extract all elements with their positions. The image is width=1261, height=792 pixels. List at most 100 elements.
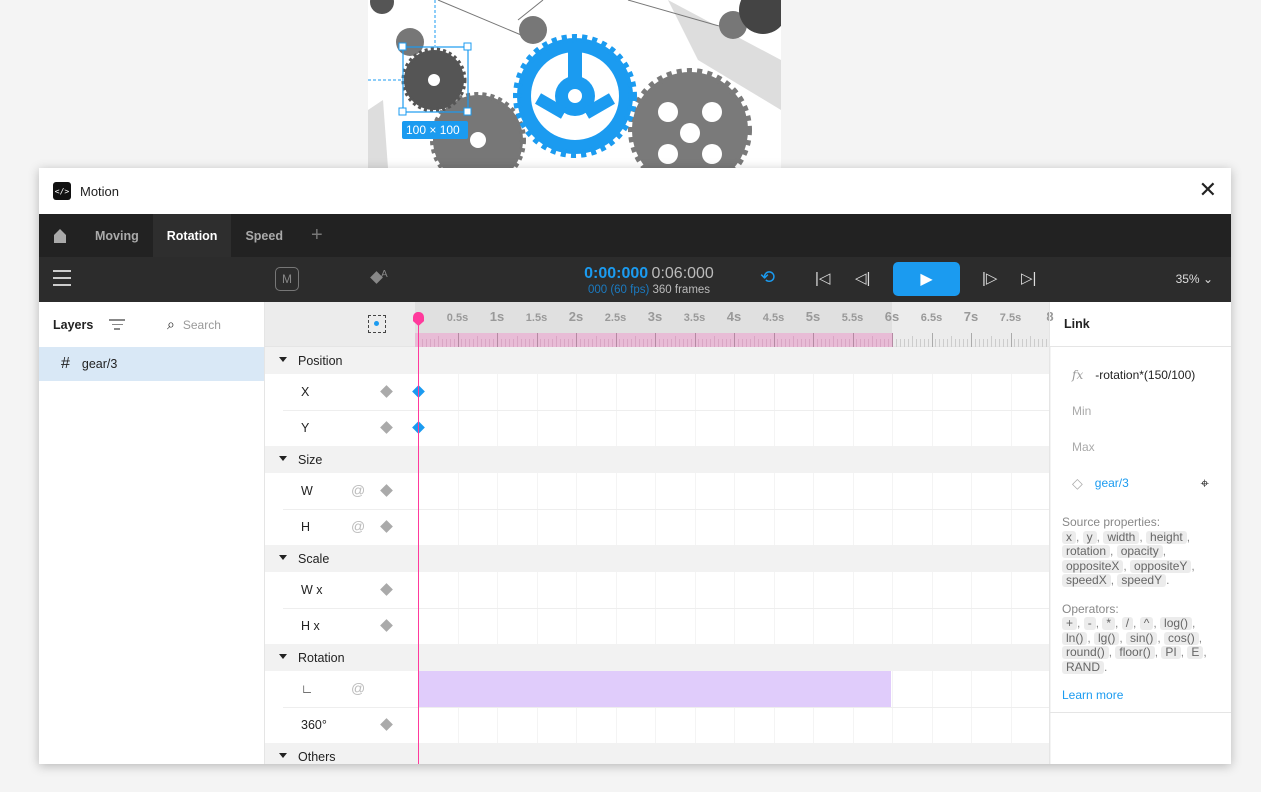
token-chip[interactable]: / <box>1121 617 1134 630</box>
add-keyframe-icon[interactable] <box>380 718 393 731</box>
token-chip[interactable]: rotation <box>1062 545 1111 558</box>
property-row[interactable]: ∟ @ <box>265 671 1049 708</box>
add-tab-icon[interactable]: + <box>297 214 337 257</box>
property-label: 360° <box>301 718 327 732</box>
group-position[interactable]: Position <box>265 347 1049 374</box>
property-row[interactable]: X <box>265 374 1049 411</box>
tab-moving[interactable]: Moving <box>81 214 153 257</box>
token-chip[interactable]: speedX <box>1062 574 1111 587</box>
token-chip[interactable]: y <box>1082 530 1097 544</box>
token-chip[interactable]: lg() <box>1094 631 1120 645</box>
add-keyframe-icon[interactable] <box>380 619 393 632</box>
property-row[interactable]: W @ <box>265 473 1049 510</box>
token-chip[interactable]: x <box>1062 530 1076 544</box>
token-chip[interactable]: * <box>1102 617 1116 630</box>
collapse-triangle-icon[interactable] <box>279 753 287 758</box>
frame-hash-icon: # <box>61 355 70 372</box>
ruler-tick <box>872 336 874 347</box>
collapse-triangle-icon[interactable] <box>279 555 287 560</box>
property-row[interactable]: 360° <box>265 707 1049 743</box>
target-crosshair-icon[interactable]: ⌖ <box>1201 475 1209 492</box>
spiral-link-icon[interactable]: @ <box>351 518 365 534</box>
step-forward-icon[interactable]: |▷ <box>982 269 997 287</box>
group-rotation[interactable]: Rotation <box>265 644 1049 671</box>
token-chip[interactable]: RAND <box>1062 660 1105 674</box>
property-row[interactable]: H @ <box>265 509 1049 545</box>
step-back-icon[interactable]: ◁| <box>855 269 870 287</box>
learn-more-link[interactable]: Learn more <box>1062 688 1123 702</box>
token-chip[interactable]: floor() <box>1115 646 1155 659</box>
property-row[interactable]: Y <box>265 410 1049 446</box>
token-chip[interactable]: ^ <box>1139 617 1154 630</box>
token-chip[interactable]: speedY <box>1117 574 1167 587</box>
ruler-label: 4s <box>726 309 742 324</box>
search-input[interactable]: ⌕ Search <box>167 316 221 333</box>
skip-to-end-icon[interactable]: ▷| <box>1021 269 1036 287</box>
min-field[interactable]: Min <box>1050 393 1231 429</box>
spiral-link-icon[interactable]: @ <box>351 680 365 696</box>
timeline-ruler[interactable]: 00.5s1s1.5s2s2.5s3s3.5s4s4.5s5s5.5s6s6.5… <box>265 302 1054 347</box>
ruler-tick <box>978 339 980 347</box>
playhead[interactable] <box>418 312 419 764</box>
add-keyframe-icon[interactable] <box>380 520 393 533</box>
token-chip[interactable]: cos() <box>1164 631 1199 645</box>
property-row[interactable]: W x <box>265 572 1049 609</box>
collapse-triangle-icon[interactable] <box>279 357 287 362</box>
tab-speed[interactable]: Speed <box>231 214 297 257</box>
spiral-link-icon[interactable]: @ <box>351 482 365 498</box>
ruler-tick <box>1006 339 1008 347</box>
loop-icon[interactable]: ⟲ <box>760 267 775 288</box>
home-icon[interactable] <box>39 214 81 257</box>
auto-keyframe-icon[interactable]: A <box>370 265 388 285</box>
design-canvas[interactable]: 100 × 100 <box>368 0 781 168</box>
max-field[interactable]: Max <box>1050 429 1231 465</box>
add-keyframe-icon[interactable] <box>380 385 393 398</box>
expression-field[interactable]: fx -rotation*(150/100) <box>1050 357 1231 393</box>
token-chip[interactable]: E <box>1187 646 1204 659</box>
tab-rotation[interactable]: Rotation <box>152 214 232 257</box>
add-keyframe-icon[interactable] <box>380 583 393 596</box>
link-bar[interactable] <box>418 671 891 707</box>
layer-item[interactable]: # gear/3 <box>39 347 264 381</box>
source-layer-row[interactable]: ◇ gear/3 ⌖ <box>1050 465 1231 501</box>
group-others[interactable]: Others <box>265 743 1049 764</box>
source-layer-link[interactable]: gear/3 <box>1095 476 1129 490</box>
token-chip[interactable]: ln() <box>1062 631 1088 645</box>
ruler-tick <box>615 333 617 347</box>
group-size[interactable]: Size <box>265 446 1049 473</box>
ruler-tick <box>635 336 637 347</box>
token-chip[interactable]: - <box>1083 617 1096 630</box>
property-label: H x <box>301 619 320 633</box>
ruler-tick <box>722 339 724 347</box>
close-icon[interactable]: ✕ <box>1199 179 1217 201</box>
collapse-triangle-icon[interactable] <box>279 654 287 659</box>
filter-icon[interactable] <box>109 319 125 333</box>
token-chip[interactable]: oppositeX <box>1062 559 1124 573</box>
m-button[interactable]: M <box>275 267 299 291</box>
token-chip[interactable]: oppositeY <box>1130 559 1192 573</box>
token-chip[interactable]: + <box>1062 617 1078 630</box>
token-chip[interactable]: height <box>1146 530 1187 544</box>
hamburger-menu-icon[interactable] <box>53 270 71 291</box>
token-chip[interactable]: sin() <box>1126 631 1158 645</box>
token-chip[interactable]: width <box>1103 530 1140 544</box>
token-chip[interactable]: opacity <box>1116 545 1163 558</box>
collapse-triangle-icon[interactable] <box>279 456 287 461</box>
add-keyframe-icon[interactable] <box>380 421 393 434</box>
group-scale[interactable]: Scale <box>265 545 1049 572</box>
fit-view-icon[interactable] <box>368 315 386 333</box>
ruler-tick <box>888 339 890 347</box>
link-title: Link <box>1050 302 1231 347</box>
play-button[interactable]: ▶ <box>893 262 960 296</box>
ruler-tick <box>603 339 605 347</box>
skip-to-start-icon[interactable]: |◁ <box>815 269 830 287</box>
ruler-tick <box>512 339 514 347</box>
add-keyframe-icon[interactable] <box>380 484 393 497</box>
ruler-tick <box>469 339 471 347</box>
property-row[interactable]: H x <box>265 608 1049 644</box>
zoom-select[interactable]: 35% ⌄ <box>1176 272 1213 286</box>
token-chip[interactable]: round() <box>1062 646 1109 659</box>
ruler-label: 2s <box>568 309 584 324</box>
token-chip[interactable]: log() <box>1160 617 1193 630</box>
token-chip[interactable]: PI <box>1161 646 1181 659</box>
